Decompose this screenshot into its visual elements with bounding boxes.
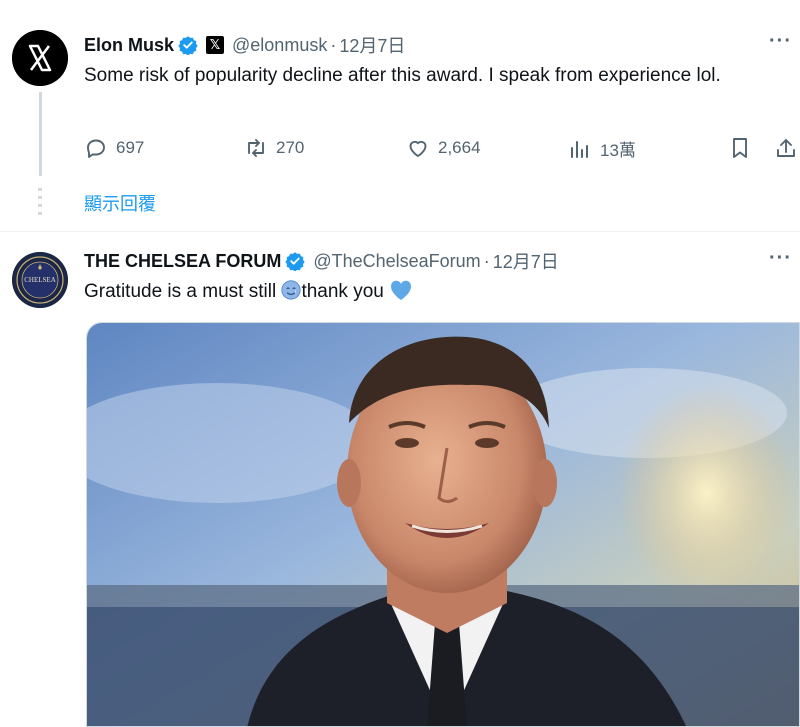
avatar[interactable]: CHELSEA xyxy=(12,252,68,308)
more-options-icon[interactable]: ··· xyxy=(769,247,792,270)
tweet-text: Some risk of popularity decline after th… xyxy=(84,65,721,86)
heart-icon xyxy=(409,140,427,157)
tweet-photo[interactable] xyxy=(86,322,800,727)
tweet-header: THE CHELSEA FORUM @TheChelseaForum · 12月… xyxy=(84,248,559,274)
author-handle[interactable]: @elonmusk xyxy=(232,35,327,56)
verified-badge-icon xyxy=(285,252,306,271)
reply-icon xyxy=(87,139,105,158)
affiliate-badge-icon[interactable]: 𝕏 xyxy=(206,36,225,54)
tweet-elon-musk[interactable]: Elon Musk 𝕏 @elonmusk · 12月7日 ··· Some r… xyxy=(0,0,800,232)
blue-heart-icon xyxy=(391,280,412,300)
views-button[interactable]: 13萬 xyxy=(568,136,636,161)
tweet-text-part1: Gratitude is a must still xyxy=(84,281,282,302)
show-replies-link[interactable]: 顯示回覆 xyxy=(84,190,156,216)
verified-badge-icon xyxy=(178,36,198,55)
thread-line xyxy=(39,92,42,176)
repost-icon xyxy=(248,139,264,157)
smiling-face-with-tear-icon xyxy=(281,280,302,300)
author-name[interactable]: THE CHELSEA FORUM xyxy=(84,251,281,272)
repost-count: 270 xyxy=(276,138,305,157)
reply-count: 697 xyxy=(116,138,145,157)
more-options-icon[interactable]: ··· xyxy=(769,30,792,53)
share-button[interactable] xyxy=(774,136,798,160)
photo-man-in-suit-icon xyxy=(87,323,799,726)
tweet-text: Gratitude is a must still thank you xyxy=(84,278,784,306)
tweet-header: Elon Musk 𝕏 @elonmusk · 12月7日 xyxy=(84,32,405,58)
author-name[interactable]: Elon Musk xyxy=(84,35,174,56)
timestamp[interactable]: 12月7日 xyxy=(339,32,405,58)
repost-button[interactable]: 270 xyxy=(244,136,304,160)
action-bar: 697 270 2,664 13萬 xyxy=(84,136,800,164)
reply-button[interactable]: 697 xyxy=(84,136,144,160)
x-logo-icon xyxy=(12,30,68,86)
separator-dot: · xyxy=(483,250,490,271)
share-icon xyxy=(777,139,795,157)
tweet-text-part2: thank you xyxy=(301,281,390,302)
bookmark-icon xyxy=(733,138,747,158)
avatar[interactable] xyxy=(12,30,68,86)
like-count: 2,664 xyxy=(438,138,481,157)
analytics-icon xyxy=(571,140,588,158)
separator-dot: · xyxy=(330,34,337,55)
like-button[interactable]: 2,664 xyxy=(406,136,481,160)
chelsea-crest-icon: CHELSEA xyxy=(12,252,68,308)
thread-dots xyxy=(38,188,42,218)
timestamp[interactable]: 12月7日 xyxy=(493,248,559,274)
view-count: 13萬 xyxy=(600,141,636,160)
avatar-label: CHELSEA xyxy=(24,276,56,284)
author-handle[interactable]: @TheChelseaForum xyxy=(313,251,480,272)
bookmark-button[interactable] xyxy=(728,136,752,160)
